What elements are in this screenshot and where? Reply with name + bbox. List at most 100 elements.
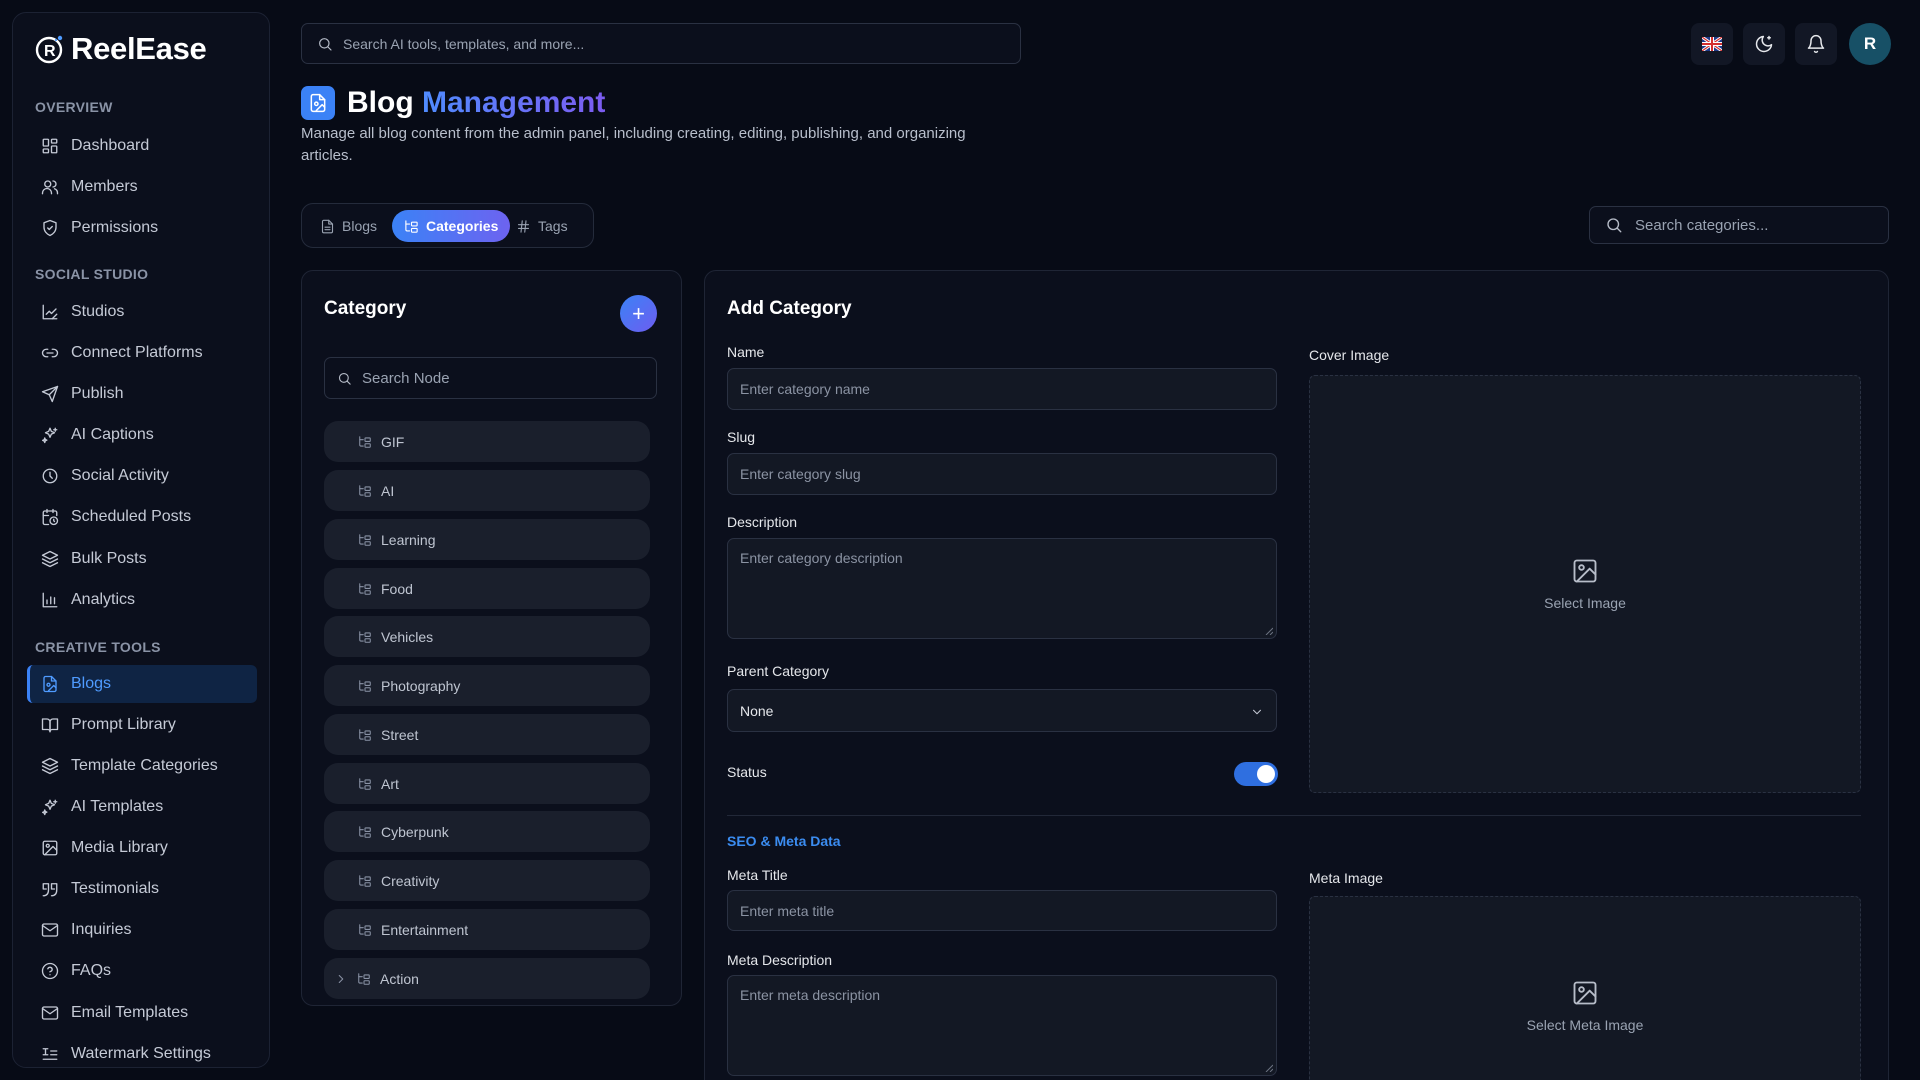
- status-toggle[interactable]: [1234, 762, 1278, 786]
- category-node-cyberpunk[interactable]: Cyberpunk: [324, 811, 650, 852]
- category-name-input[interactable]: Enter category name: [727, 368, 1277, 410]
- category-node-gif[interactable]: GIF: [324, 421, 650, 462]
- folder-tree-icon: [359, 435, 371, 448]
- category-node-entertainment[interactable]: Entertainment: [324, 909, 650, 950]
- cover-image-label: Cover Image: [1309, 347, 1390, 363]
- sidebar-item-connect-platforms[interactable]: Connect Platforms: [27, 334, 257, 372]
- sidebar-item-label: Inquiries: [71, 921, 132, 938]
- notifications-button[interactable]: [1795, 23, 1837, 65]
- category-node-label: Food: [381, 580, 413, 597]
- sidebar-item-prompt-library[interactable]: Prompt Library: [27, 706, 257, 744]
- sidebar-item-publish[interactable]: Publish: [27, 375, 257, 413]
- tab-tags[interactable]: Tags: [504, 210, 580, 242]
- app-logo[interactable]: R ReelEase: [35, 31, 207, 67]
- category-slug-input[interactable]: Enter category slug: [727, 453, 1277, 495]
- sidebar-item-analytics[interactable]: Analytics: [27, 581, 257, 619]
- sidebar-item-bulk-posts[interactable]: Bulk Posts: [27, 540, 257, 578]
- category-node-learning[interactable]: Learning: [324, 519, 650, 560]
- mail-icon: [41, 923, 59, 937]
- search-icon: [1607, 218, 1622, 233]
- sidebar-item-permissions[interactable]: Permissions: [27, 209, 257, 247]
- category-node-creativity[interactable]: Creativity: [324, 860, 650, 901]
- category-description-textarea[interactable]: Enter category description: [727, 538, 1277, 639]
- sidebar-item-label: Watermark Settings: [71, 1045, 211, 1062]
- category-node-label: Entertainment: [381, 921, 469, 938]
- tab-categories[interactable]: Categories: [392, 210, 511, 242]
- global-search-input[interactable]: Search AI tools, templates, and more...: [301, 23, 1021, 64]
- image-icon: [42, 840, 58, 856]
- sidebar-item-blogs[interactable]: Blogs: [27, 665, 257, 703]
- sidebar-item-label: Publish: [71, 385, 124, 402]
- node-search-placeholder: Search Node: [362, 369, 450, 387]
- sidebar-item-ai-templates[interactable]: AI Templates: [27, 788, 257, 826]
- meta-image-dropzone[interactable]: Select Meta Image: [1309, 896, 1861, 1080]
- category-search-input[interactable]: Search categories...: [1589, 206, 1889, 244]
- mail-icon: [41, 1006, 59, 1020]
- description-placeholder: Enter category description: [740, 550, 903, 566]
- sidebar-item-label: Social Activity: [71, 467, 169, 484]
- node-search-input[interactable]: Search Node: [324, 357, 657, 399]
- sidebar-item-social-activity[interactable]: Social Activity: [27, 457, 257, 495]
- add-category-button[interactable]: +: [620, 295, 657, 332]
- sidebar-item-label: AI Captions: [71, 426, 154, 443]
- slug-label: Slug: [727, 429, 756, 445]
- image-icon: [1573, 559, 1597, 583]
- sidebar-item-label: Dashboard: [71, 137, 150, 154]
- resize-handle-icon[interactable]: [1265, 1064, 1273, 1072]
- meta-title-input[interactable]: Enter meta title: [727, 890, 1277, 931]
- category-node-street[interactable]: Street: [324, 714, 650, 755]
- category-node-food[interactable]: Food: [324, 568, 650, 609]
- sidebar-item-email-templates[interactable]: Email Templates: [27, 994, 257, 1032]
- page-title: Blog Management: [347, 86, 605, 120]
- category-node-photography[interactable]: Photography: [324, 665, 650, 706]
- sidebar-item-faqs[interactable]: FAQs: [27, 952, 257, 990]
- sidebar-item-label: Connect Platforms: [71, 344, 203, 361]
- folder-tree-icon: [359, 582, 371, 595]
- sidebar-item-label: Prompt Library: [71, 716, 176, 733]
- sidebar-item-ai-captions[interactable]: AI Captions: [27, 416, 257, 454]
- sidebar-item-media-library[interactable]: Media Library: [27, 829, 257, 867]
- sidebar-item-label: AI Templates: [71, 798, 164, 815]
- meta-title-label: Meta Title: [727, 867, 788, 883]
- sparkles-icon: [41, 427, 58, 444]
- tab-blogs[interactable]: Blogs: [308, 210, 389, 242]
- sidebar-item-testimonials[interactable]: Testimonials: [27, 870, 257, 908]
- parent-category-select[interactable]: None: [727, 689, 1277, 732]
- parent-category-value: None: [740, 702, 774, 719]
- meta-description-textarea[interactable]: Enter meta description: [727, 975, 1277, 1076]
- send-icon: [41, 385, 59, 403]
- sidebar-item-inquiries[interactable]: Inquiries: [27, 911, 257, 949]
- category-node-ai[interactable]: AI: [324, 470, 650, 511]
- help-circle-icon: [41, 962, 59, 980]
- sidebar-item-template-categories[interactable]: Template Categories: [27, 747, 257, 785]
- clock-icon: [42, 468, 58, 484]
- category-node-art[interactable]: Art: [324, 763, 650, 804]
- quote-icon: [42, 883, 58, 897]
- sidebar-item-watermark-settings[interactable]: Watermark Settings: [27, 1035, 257, 1067]
- category-node-action[interactable]: Action: [324, 958, 650, 999]
- sidebar-item-label: Permissions: [71, 219, 159, 236]
- folder-tree-icon: [359, 923, 371, 936]
- cover-image-dropzone[interactable]: Select Image: [1309, 375, 1861, 793]
- user-avatar[interactable]: R: [1849, 23, 1891, 65]
- sidebar-item-studios[interactable]: Studios: [27, 293, 257, 331]
- sidebar-item-scheduled-posts[interactable]: Scheduled Posts: [27, 498, 257, 536]
- blog-file-icon: [301, 86, 335, 120]
- sidebar-item-dashboard[interactable]: Dashboard: [27, 127, 257, 165]
- gb-flag-icon: [1702, 37, 1722, 51]
- sidebar-item-label: Bulk Posts: [71, 550, 147, 567]
- language-button[interactable]: [1691, 23, 1733, 65]
- users-icon: [41, 180, 59, 195]
- chevron-down-icon: [1252, 709, 1262, 715]
- file-image-icon: [43, 675, 57, 693]
- category-node-vehicles[interactable]: Vehicles: [324, 616, 650, 657]
- resize-handle-icon[interactable]: [1265, 627, 1273, 635]
- add-category-form: Add Category Name Enter category name Sl…: [704, 270, 1889, 1080]
- theme-toggle-button[interactable]: [1743, 23, 1785, 65]
- category-node-label: Learning: [381, 531, 436, 548]
- status-label: Status: [727, 764, 767, 780]
- category-node-label: Art: [381, 775, 399, 792]
- chevron-right-icon[interactable]: [334, 972, 348, 986]
- meta-description-label: Meta Description: [727, 952, 833, 968]
- sidebar-item-members[interactable]: Members: [27, 168, 257, 206]
